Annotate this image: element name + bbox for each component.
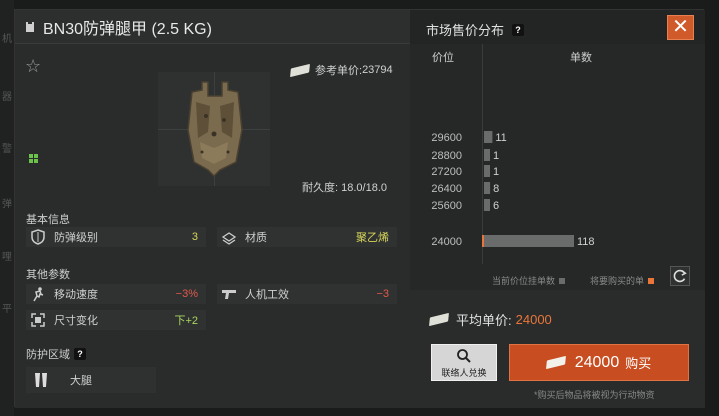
contact-exchange-button[interactable]: 联络人兑换 [431,344,497,381]
grid-size-icon [29,154,38,163]
protection-zone-heading: 防护区域 ? [26,346,86,362]
background-side-strip: 机 器 警 弹 哩 平 [0,0,14,416]
durability-value: 18.0/18.0 [341,182,387,194]
close-button[interactable]: ✕ [667,15,694,40]
refresh-icon [673,269,687,283]
price-bar [484,131,493,143]
average-price: 平均单价: 24000 [429,310,552,329]
size-change-label: 尺寸变化 [54,315,98,327]
stat-move-speed: 移动速度 −3% [26,284,206,304]
shield-icon [31,229,45,245]
favorite-star-icon[interactable]: ☆ [25,56,41,77]
move-speed-label: 移动速度 [54,289,98,301]
market-help-icon[interactable]: ? [512,23,525,36]
stat-ergonomics: 人机工效 −3 [217,284,397,304]
item-image [158,72,270,186]
price-bar [484,235,574,247]
bar-value-label: 11 [495,132,506,144]
leg-armor-image [187,81,243,178]
stat-size-change: 尺寸变化 下+2 [26,310,206,330]
bar-value-label: 1 [493,166,499,178]
help-icon[interactable]: ? [74,348,86,360]
bg-hint: 平 [2,304,12,315]
price-tick-label: 25600 [431,200,462,212]
reference-price: 参考单价: 23794 [290,62,393,78]
price-tick-label: 24000 [431,236,462,248]
magnifier-icon [457,349,471,363]
legend-mine-swatch [648,277,655,284]
purchase-note: *购买后物品将被视为行动物资 [534,390,655,400]
bg-hint: 哩 [2,252,12,263]
price-tick-label: 27200 [431,166,462,178]
legend-mine-label: 将要购买的单 [590,276,645,286]
legend-listed-label: 当前价位挂单数 [492,276,556,286]
bg-hint: 机 [2,34,12,45]
buy-button[interactable]: 24000 购买 [509,344,689,381]
legend-listed: 当前价位挂单数 [492,274,566,287]
material-label: 材质 [245,232,267,244]
reference-price-value: 23794 [362,64,393,76]
move-speed-value: −3% [175,288,198,300]
currency-ticket-icon [290,63,310,77]
bg-hint: 警 [2,144,12,155]
protection-zone-label: 防护区域 [26,349,70,361]
purchase-marker [482,235,484,247]
currency-ticket-icon [545,355,566,370]
price-bar [484,149,490,161]
bar-value-label: 6 [493,200,499,212]
bar-value-label: 8 [493,183,499,195]
price-tick-label: 29600 [431,132,462,144]
material-value: 聚乙烯 [356,232,389,244]
bg-hint: 器 [2,92,12,103]
basic-info-heading: 基本信息 [26,214,70,226]
pistol-icon [222,290,236,299]
bar-value-label: 1 [493,150,499,162]
bg-hint: 弹 [2,199,12,210]
item-detail-panel: ☆ 参考单价: 23794 耐久度: 18.0/18.0 基本信息 防弹级别 3… [15,44,410,408]
price-bars: 29600 11 28800 1 27200 1 26400 8 25600 6 24000 118 [431,131,595,248]
bar-value-label: 118 [577,236,595,248]
price-bar [484,182,491,194]
title-bar: BN30防弹腿甲 (2.5 KG) [15,10,410,44]
market-title: 市场售价分布 ? [426,20,525,39]
protection-zone-value: 大腿 [70,375,92,387]
other-params-heading: 其他参数 [26,269,70,281]
protection-level-value: 3 [191,231,198,243]
refresh-button[interactable] [670,266,690,286]
reference-price-label: 参考单价: [315,65,363,77]
size-corners-icon [31,313,45,327]
buy-price: 24000 [574,353,620,371]
contact-exchange-label: 联络人兑换 [441,368,487,378]
material-layers-icon [221,232,237,245]
ergonomics-value: −3 [376,288,389,300]
average-price-label: 平均单价: [456,313,512,328]
buy-label: 购买 [625,356,652,371]
purchase-section: 平均单价: 24000 联络人兑换 24000 购买 *购买后物品将被视为行动物… [410,290,705,408]
protection-zone-item: 大腿 [26,367,156,393]
legend-mine: 将要购买的单 [590,274,655,287]
thigh-icon [35,373,47,387]
ergonomics-label: 人机工效 [245,289,289,301]
item-title: BN30防弹腿甲 (2.5 KG) [43,20,212,38]
market-title-text: 市场售价分布 [426,23,505,38]
price-tick-label: 26400 [431,183,462,195]
protection-level-label: 防弹级别 [54,232,98,244]
price-tick-label: 28800 [431,150,462,162]
market-panel: 市场售价分布 ? ✕ 价位 单数 29600 11 28800 1 27200 1 2640… [410,10,705,408]
legend-listed-swatch [559,277,566,284]
size-change-value: 下+2 [174,315,198,327]
price-distribution-chart: 价位 单数 29600 11 28800 1 27200 1 26400 8 25600 6 240… [410,44,705,290]
average-price-value: 24000 [515,312,552,327]
stat-material: 材质 聚乙烯 [217,227,397,247]
armor-category-icon [26,21,34,32]
price-bar [484,165,490,177]
price-bar [484,199,490,211]
durability-label: 耐久度: [302,182,339,194]
item-purchase-window: BN30防弹腿甲 (2.5 KG) ☆ 参考单价: 23794 耐久度: 18.… [14,9,705,408]
currency-ticket-icon [429,312,449,327]
running-icon [33,287,44,302]
durability: 耐久度: 18.0/18.0 [302,179,387,195]
stat-protection-level: 防弹级别 3 [26,227,206,247]
